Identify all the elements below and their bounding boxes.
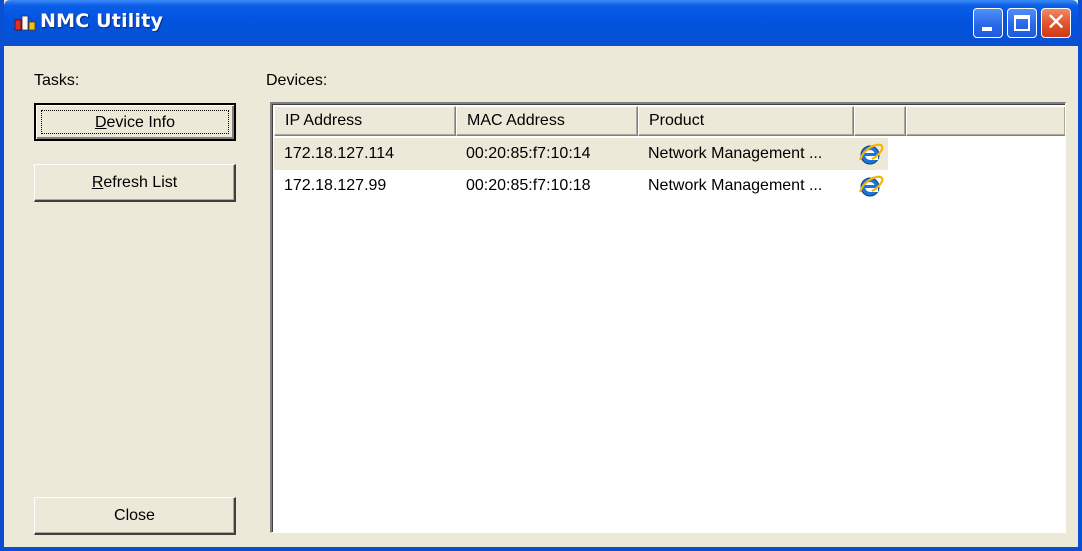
device-info-accelerator: D <box>94 114 107 131</box>
nmc-utility-window: NMC Utility ✕ Tasks: Devices: Device Inf… <box>0 0 1082 551</box>
product-cell: Network Management ... <box>648 145 823 162</box>
minimize-icon <box>982 27 992 31</box>
close-icon: ✕ <box>1045 8 1067 36</box>
maximize-button[interactable] <box>1007 8 1037 38</box>
mac-address-cell: 00:20:85:f7:10:18 <box>466 177 591 194</box>
devices-label: Devices: <box>266 72 328 89</box>
refresh-list-label: efresh List <box>103 174 178 191</box>
close-button[interactable]: Close <box>34 497 236 535</box>
close-window-button[interactable]: ✕ <box>1041 8 1071 38</box>
minimize-button[interactable] <box>973 8 1003 38</box>
column-header-web[interactable] <box>854 106 906 136</box>
table-row[interactable]: 172.18.127.99 00:20:85:f7:10:18 Network … <box>274 170 888 202</box>
table-row[interactable]: 172.18.127.114 00:20:85:f7:10:14 Network… <box>274 138 888 170</box>
window-title: NMC Utility <box>40 10 164 32</box>
devices-list[interactable]: IP Address MAC Address Product 172.18.12… <box>270 102 1066 533</box>
column-header-filler <box>906 106 1065 136</box>
refresh-list-button[interactable]: Refresh List <box>34 164 236 202</box>
internet-explorer-icon[interactable] <box>858 142 884 166</box>
maximize-icon <box>1014 15 1030 31</box>
ip-address-cell: 172.18.127.114 <box>284 145 395 162</box>
refresh-list-accelerator: R <box>91 174 104 191</box>
column-header-product[interactable]: Product <box>638 106 854 136</box>
ip-address-cell: 172.18.127.99 <box>284 177 387 194</box>
mac-address-cell: 00:20:85:f7:10:14 <box>466 145 591 162</box>
tasks-label: Tasks: <box>34 72 80 89</box>
device-info-button[interactable]: Device Info <box>34 103 236 141</box>
devices-list-header: IP Address MAC Address Product <box>274 106 1065 136</box>
column-header-ip-address[interactable]: IP Address <box>274 106 456 136</box>
product-cell: Network Management ... <box>648 177 823 194</box>
internet-explorer-icon[interactable] <box>858 174 884 198</box>
device-info-label: evice Info <box>106 114 176 131</box>
column-header-mac-address[interactable]: MAC Address <box>456 106 638 136</box>
title-bar[interactable]: NMC Utility ✕ <box>4 0 1078 46</box>
nmc-app-icon <box>14 15 36 31</box>
